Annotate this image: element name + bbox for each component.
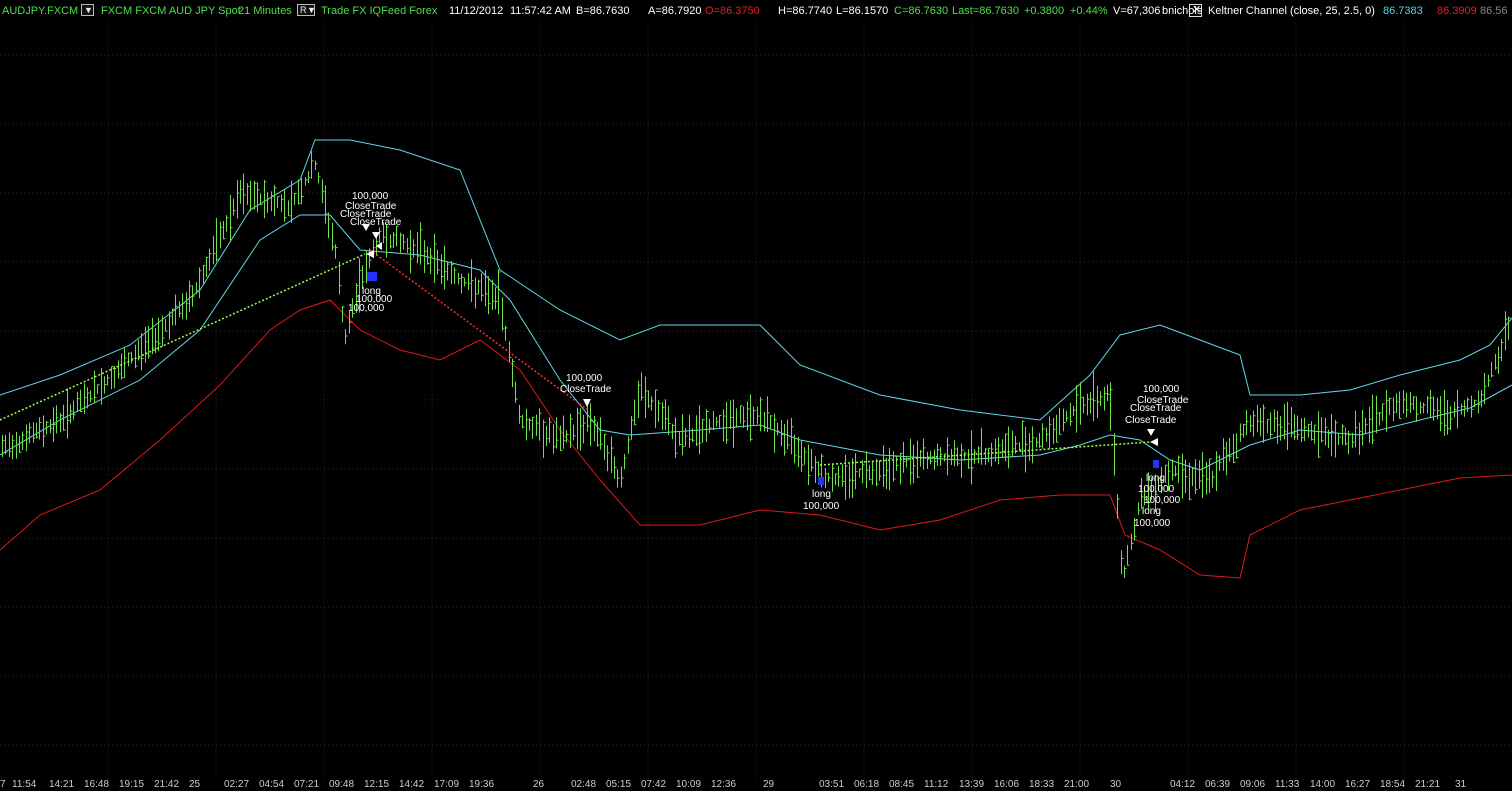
ask-label: A=86.7920 <box>648 5 702 17</box>
indicator-mid-value: 86.56 <box>1480 5 1508 17</box>
trade-qty-label: 100,000 <box>1144 495 1181 506</box>
trade-line-1 <box>0 253 366 421</box>
time-axis-label: 25 <box>189 779 201 790</box>
time-axis-label: 31 <box>1455 779 1467 790</box>
trade-line-2 <box>369 249 589 411</box>
close-icon: ✕ <box>1192 4 1202 16</box>
time-axis-label: 09:48 <box>329 779 355 790</box>
time-axis-label: 16:06 <box>994 779 1020 790</box>
time-axis-label: 06:18 <box>854 779 880 790</box>
trade-qty-label: 100,000 <box>1143 384 1180 395</box>
trade-qty-label: 100,000 <box>1134 518 1171 529</box>
entry-marker-icon[interactable] <box>818 477 824 485</box>
high-label: H=86.7740 <box>778 5 833 17</box>
time-axis-label: 11:12 <box>924 779 949 790</box>
time-axis-label: 07:21 <box>294 779 320 790</box>
bid-label: B=86.7630 <box>576 5 630 17</box>
close-price-label: C=86.7630 <box>894 5 949 17</box>
provider-label: Trade FX IQFeed Forex <box>321 5 438 17</box>
trade-close-label: CloseTrade <box>560 384 612 395</box>
time-axis-label: 12:15 <box>364 779 390 790</box>
time-axis-label: 09:06 <box>1240 779 1266 790</box>
volume-label: V=67,306 <box>1113 5 1161 17</box>
time-axis-label: 14:42 <box>399 779 425 790</box>
time-axis-label: 21:42 <box>154 779 180 790</box>
change-percent-label: +0.44% <box>1070 5 1108 17</box>
time-axis-label: 21:21 <box>1415 779 1441 790</box>
trade-long-label: long <box>812 489 831 500</box>
chevron-down-icon: ▼ <box>307 5 316 15</box>
interval-label[interactable]: 21 Minutes <box>238 5 292 17</box>
entry-marker-icon[interactable] <box>367 272 377 281</box>
time-axis-label: 17:09 <box>434 779 460 790</box>
close-arrow-icon[interactable] <box>583 399 591 407</box>
time-axis-label: 19:15 <box>119 779 145 790</box>
time-axis-label: 18:33 <box>1029 779 1055 790</box>
time-axis-label: 02:48 <box>571 779 597 790</box>
price-bars <box>2 151 1511 578</box>
trade-qty-label: 100,000 <box>566 373 603 384</box>
trade-qty-label: 100,000 <box>803 501 840 512</box>
indicator-upper-value: 86.7383 <box>1383 5 1423 17</box>
chart-grid <box>0 22 1512 779</box>
symbol-label[interactable]: AUDJPY.FXCM <box>2 5 78 17</box>
indicator-remove-button[interactable]: ✕ <box>1189 4 1202 17</box>
time-axis: 7 11:54 14:21 16:48 19:15 21:42 25 02:27 04:54 07… <box>0 779 1512 791</box>
indicator-label[interactable]: Keltner Channel (close, 25, 2.5, 0) <box>1208 5 1375 17</box>
low-label: L=86.1570 <box>836 5 889 17</box>
trade-close-label: CloseTrade <box>1125 415 1177 426</box>
time-axis-label: 7 <box>0 779 6 790</box>
time-axis-label: 18:54 <box>1380 779 1406 790</box>
entry-arrow-icon[interactable] <box>1150 438 1158 446</box>
time-axis-label: 11:33 <box>1275 779 1300 790</box>
time-axis-label: 12:36 <box>711 779 737 790</box>
chevron-down-icon: ▼ <box>84 5 93 15</box>
time-axis-label: 14:00 <box>1310 779 1336 790</box>
trade-close-label: CloseTrade <box>1130 403 1182 414</box>
trade-long-label: long <box>1142 506 1161 517</box>
symbol-description: FXCM FXCM AUD JPY Spot <box>101 5 241 17</box>
time-axis-label: 03:51 <box>819 779 845 790</box>
chart-header-bar: AUDJPY.FXCM ▼ FXCM FXCM AUD JPY Spot 21 … <box>0 0 1512 22</box>
last-price-label: Last=86.7630 <box>952 5 1019 17</box>
time-axis-label: 14:21 <box>49 779 75 790</box>
time-axis-label: 16:27 <box>1345 779 1371 790</box>
close-arrow-icon[interactable] <box>372 232 380 239</box>
time-axis-label: 29 <box>763 779 775 790</box>
time-axis-label: 08:45 <box>889 779 915 790</box>
time-axis-label: 02:27 <box>224 779 250 790</box>
trade-long-label: long <box>1146 473 1165 484</box>
time-label: 11:57:42 AM <box>510 5 571 17</box>
open-label: O=86.3750 <box>705 5 760 17</box>
close-arrow-icon[interactable] <box>1147 429 1155 436</box>
symbol-dropdown-button[interactable]: ▼ <box>81 4 94 16</box>
time-axis-label: 11:54 <box>12 779 37 790</box>
time-axis-label: 10:09 <box>676 779 702 790</box>
time-axis-label: 06:39 <box>1205 779 1231 790</box>
r-dropdown-button[interactable]: R ▼ <box>297 4 316 16</box>
time-axis-label: 05:15 <box>606 779 632 790</box>
time-axis-label: 16:48 <box>84 779 110 790</box>
indicator-lower-value: 86.3909 <box>1437 5 1477 17</box>
time-axis-label: 07:42 <box>641 779 667 790</box>
change-label: +0.3800 <box>1024 5 1065 17</box>
price-chart[interactable]: 100,000 CloseTrade CloseTrade CloseTrade… <box>0 0 1512 791</box>
trade-qty-label: 100,000 <box>348 303 385 314</box>
time-axis-label: 30 <box>1110 779 1122 790</box>
time-axis-label: 19:36 <box>469 779 495 790</box>
trade-markers[interactable]: 100,000 CloseTrade CloseTrade CloseTrade… <box>340 191 1189 529</box>
time-axis-label: 04:12 <box>1170 779 1196 790</box>
trade-close-label: CloseTrade <box>350 217 402 228</box>
time-axis-label: 13:39 <box>959 779 985 790</box>
trade-lines <box>0 249 1151 466</box>
time-axis-label: 04:54 <box>259 779 285 790</box>
time-axis-label: 26 <box>533 779 545 790</box>
entry-marker-icon[interactable] <box>1153 460 1159 468</box>
trade-qty-label: 100,000 <box>1138 484 1175 495</box>
time-axis-label: 21:00 <box>1064 779 1090 790</box>
date-label: 11/12/2012 <box>449 5 504 17</box>
